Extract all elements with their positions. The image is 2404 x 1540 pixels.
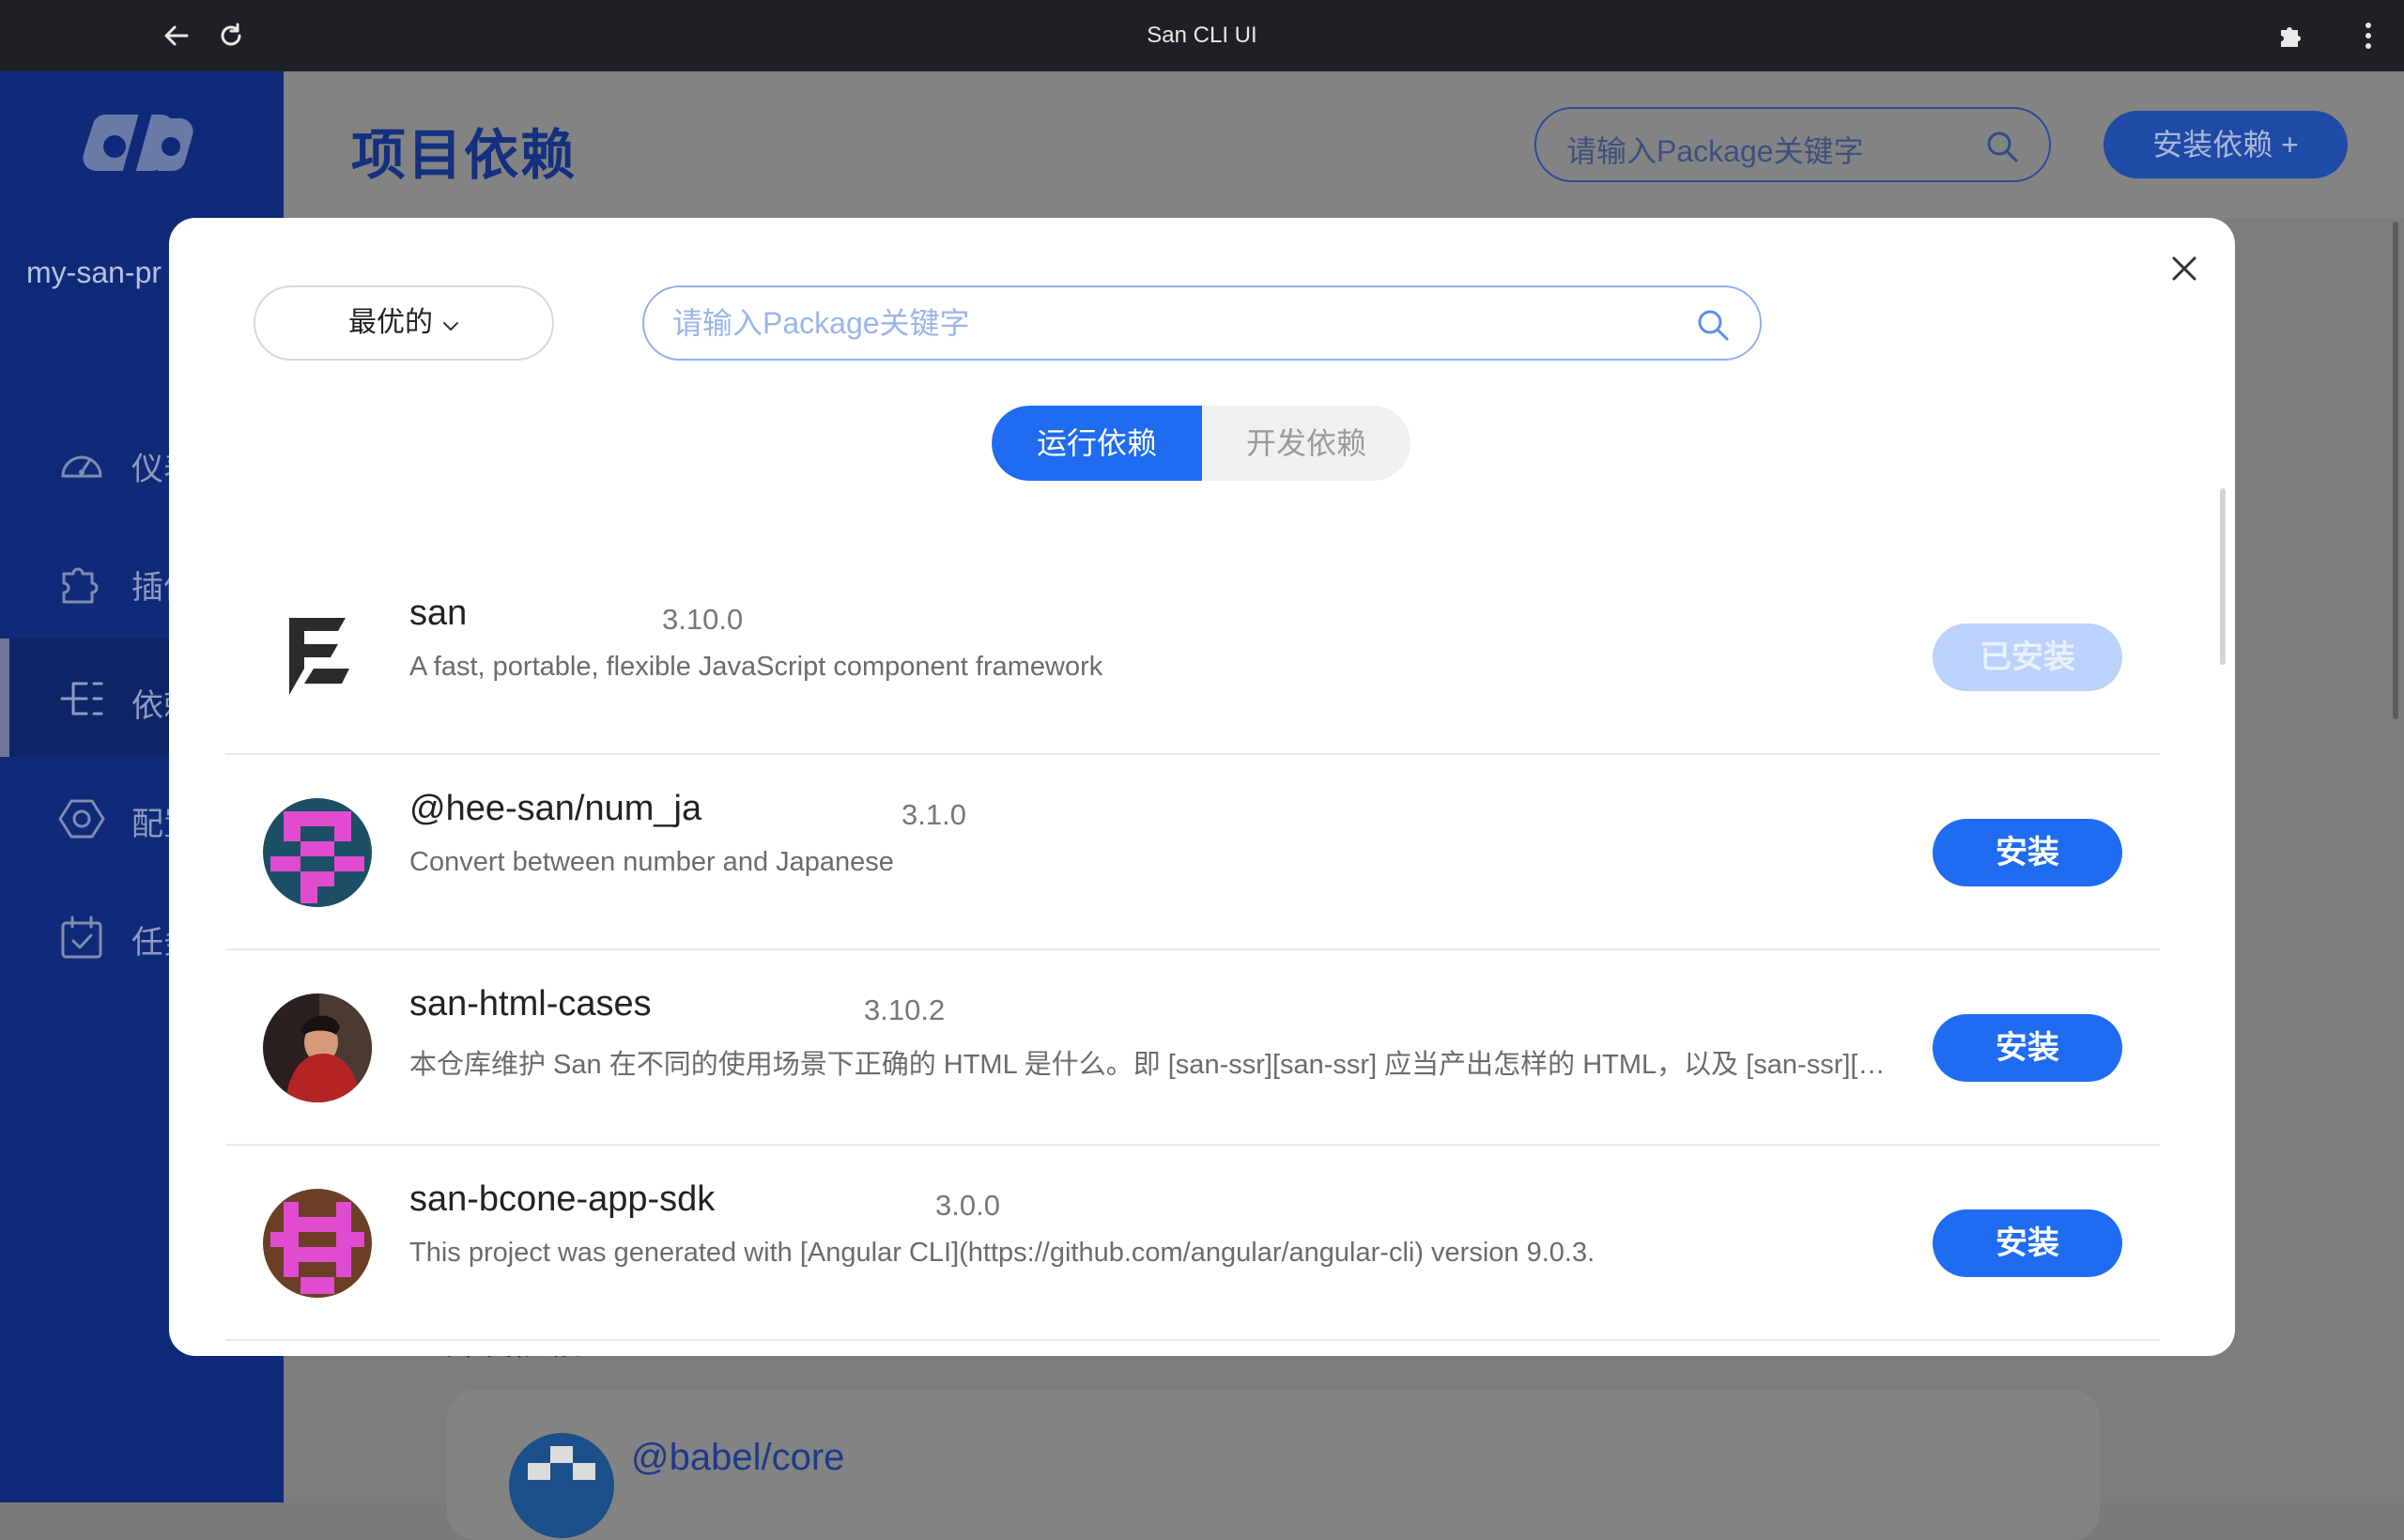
package-name[interactable]: @hee-san/num_ja	[409, 789, 701, 829]
page-title: 项目依赖	[351, 125, 578, 186]
chevron-down-icon	[442, 288, 459, 360]
search-input[interactable]: 请输入Package关键字	[1534, 107, 2051, 182]
package-avatar	[263, 1189, 372, 1298]
browser-toolbar: San CLI UI	[0, 0, 2404, 71]
package-avatar	[263, 798, 372, 907]
list-item: san-html-cases 3.10.2 本仓库维护 San 在不同的使用场景…	[225, 950, 2160, 1146]
puzzle-icon[interactable]	[2271, 15, 2312, 56]
package-description: A fast, portable, flexible JavaScript co…	[409, 652, 1103, 682]
tab-dev-dependencies[interactable]: 开发依赖	[1202, 406, 1410, 481]
kebab-menu-icon[interactable]	[2348, 15, 2389, 56]
search-icon[interactable]	[1694, 306, 1732, 344]
dependency-type-tabs: 运行依赖 开发依赖	[992, 406, 1410, 481]
package-avatar	[263, 993, 372, 1102]
dashboard-icon	[58, 442, 105, 482]
tab-runtime-dependencies[interactable]: 运行依赖	[992, 406, 1202, 481]
config-icon	[58, 797, 105, 839]
san-logo-icon[interactable]	[77, 109, 205, 184]
package-description: 本仓库维护 San 在不同的使用场景下正确的 HTML 是什么。即 [san-s…	[409, 1050, 1893, 1080]
package-version: 3.10.0	[662, 603, 744, 636]
search-placeholder: 请输入Package关键字	[1566, 134, 1864, 168]
task-icon	[58, 916, 105, 959]
package-search-field	[642, 285, 1762, 361]
sort-dropdown[interactable]: 最优的	[254, 285, 554, 361]
package-name[interactable]: san	[409, 593, 467, 634]
dialog-scrollbar[interactable]	[2220, 488, 2226, 665]
package-list: san 3.10.0 A fast, portable, flexible Ja…	[225, 560, 2160, 1341]
san-package-logo	[263, 603, 372, 712]
list-item: @hee-san/num_ja 3.1.0 Convert between nu…	[225, 755, 2160, 950]
dependency-icon	[58, 679, 105, 718]
page-header: 项目依赖 请输入Package关键字 安装依赖 +	[284, 71, 2404, 218]
package-name[interactable]: san-bcone-app-sdk	[409, 1179, 715, 1220]
package-name[interactable]: san-html-cases	[409, 984, 652, 1024]
package-version: 3.1.0	[902, 798, 966, 831]
install-button[interactable]: 安装	[1933, 1014, 2122, 1082]
dependency-card: @babel/core	[447, 1390, 2100, 1540]
package-description: Convert between number and Japanese	[409, 847, 894, 877]
close-icon[interactable]	[2164, 248, 2205, 289]
window-title: San CLI UI	[1147, 23, 1257, 48]
package-avatar	[509, 1433, 614, 1538]
project-name[interactable]: my-san-pr	[26, 255, 162, 290]
install-dependency-button[interactable]: 安装依赖 +	[2104, 111, 2348, 178]
sort-selected-label: 最优的	[348, 307, 433, 338]
package-search-input[interactable]	[672, 300, 1668, 346]
installed-button[interactable]: 已安装	[1933, 624, 2122, 691]
package-version: 3.0.0	[935, 1189, 1000, 1222]
list-item: san 3.10.0 A fast, portable, flexible Ja…	[225, 560, 2160, 755]
install-dependency-dialog: 最优的 运行依赖 开发依赖 san 3.10.0 A fast, portabl…	[169, 218, 2235, 1356]
package-description: This project was generated with [Angular…	[409, 1238, 1595, 1268]
search-icon[interactable]	[1983, 128, 2021, 165]
page-scrollbar[interactable]	[2393, 222, 2398, 719]
install-button[interactable]: 安装	[1933, 1209, 2122, 1277]
list-item: san-bcone-app-sdk 3.0.0 This project was…	[225, 1146, 2160, 1341]
plugin-icon	[58, 561, 105, 604]
package-version: 3.10.2	[864, 993, 946, 1026]
install-button[interactable]: 安装	[1933, 819, 2122, 886]
package-name[interactable]: @babel/core	[631, 1437, 844, 1479]
